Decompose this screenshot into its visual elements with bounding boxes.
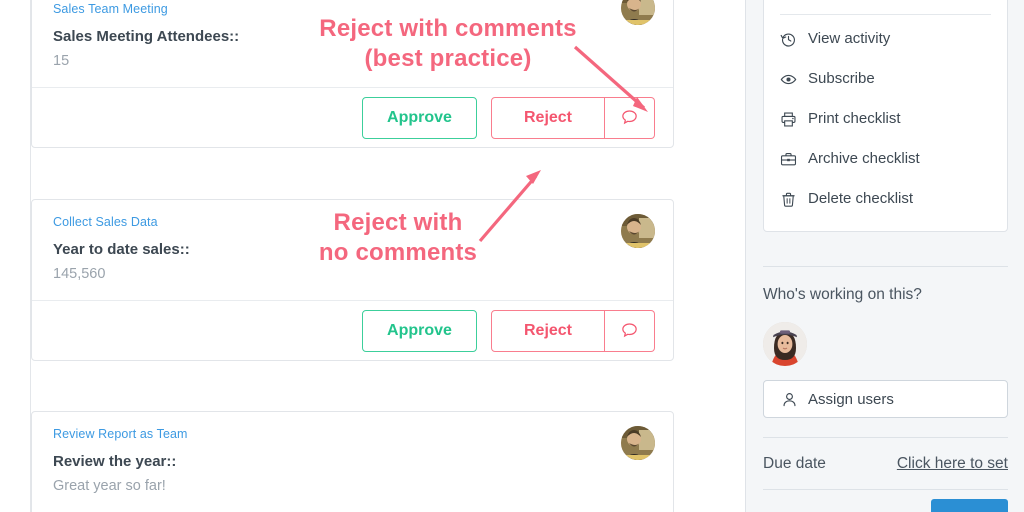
sidebar-item-label: Delete checklist [808,190,914,207]
history-clock-icon [780,33,795,47]
avatar-photo [621,0,655,25]
avatar-photo [763,322,807,366]
sidebar-item-delete-checklist[interactable]: Delete checklist [764,179,1007,219]
task-card-actions: Approve Reject [32,87,673,147]
avatar-photo [621,426,655,460]
approve-button[interactable]: Approve [362,96,477,139]
sidebar-item-print-checklist[interactable]: Print checklist [764,99,1007,139]
sidebar-item-subscribe[interactable]: Subscribe [764,59,1007,99]
sidebar-item-label: Subscribe [808,70,875,87]
form-field-label: Review the year:: [53,453,177,470]
sidebar-item-view-all-checklists[interactable]: View all checklists [764,0,1007,7]
eye-icon [780,74,797,84]
assign-users-label: Assign users [808,390,894,408]
reject-button[interactable]: Reject [491,96,605,139]
primary-action-button[interactable] [931,499,1008,512]
sidebar-item-label: View activity [808,30,891,47]
reject-button[interactable]: Reject [491,309,605,352]
avatar-photo [621,214,655,248]
task-title-link[interactable]: Review Report as Team [53,426,653,442]
due-date-label: Due date [763,455,826,472]
trash-icon [782,192,795,207]
printer-icon [781,111,796,127]
assign-users-button[interactable]: Assign users [763,380,1008,418]
due-date-set-link[interactable]: Click here to set [897,455,1008,473]
avatar[interactable] [763,322,807,366]
person-icon [783,392,796,406]
sidebar-item-archive-checklist[interactable]: Archive checklist [764,139,1007,179]
speech-bubble-icon [622,110,637,125]
menu-divider [780,14,991,15]
annotation-reject-with-comments: Reject with comments (best practice) [319,15,577,72]
form-field-value: Great year so far! [53,478,166,494]
reject-with-comment-button[interactable] [605,309,655,352]
task-card-actions: Approve Reject [32,300,673,360]
approve-button[interactable]: Approve [362,309,477,352]
reject-button-group: Reject [491,309,655,352]
due-date-row: Due date Click here to set [763,455,1008,473]
sidebar-item-label: Archive checklist [808,150,920,167]
working-on-heading: Who's working on this? [763,286,922,303]
sidebar-divider [763,489,1008,490]
right-sidebar: View all checklists View activity Subscr… [746,0,1024,512]
sidebar-item-view-activity[interactable]: View activity [764,19,1007,59]
task-card-body: Review Report as Team Review the year:: … [32,412,673,512]
task-card[interactable]: Review Report as Team Review the year:: … [31,411,674,512]
reject-button-group: Reject [491,96,655,139]
reject-with-comment-button[interactable] [605,96,655,139]
checklist-actions-panel: View all checklists View activity Subscr… [763,0,1008,232]
sidebar-item-label: Print checklist [808,110,901,127]
avatar[interactable] [621,0,655,25]
archive-box-icon [780,152,797,165]
app-root: Sales Team Meeting Sales Meeting Attende… [0,0,1024,512]
sidebar-divider [763,437,1008,438]
avatar[interactable] [621,426,655,460]
speech-bubble-icon [622,323,637,338]
avatar[interactable] [621,214,655,248]
sidebar-divider [763,266,1008,267]
annotation-reject-no-comments: Reject with no comments [318,209,478,266]
checklist-task-column: Sales Team Meeting Sales Meeting Attende… [0,0,746,512]
arrow-head-2 [526,170,541,184]
